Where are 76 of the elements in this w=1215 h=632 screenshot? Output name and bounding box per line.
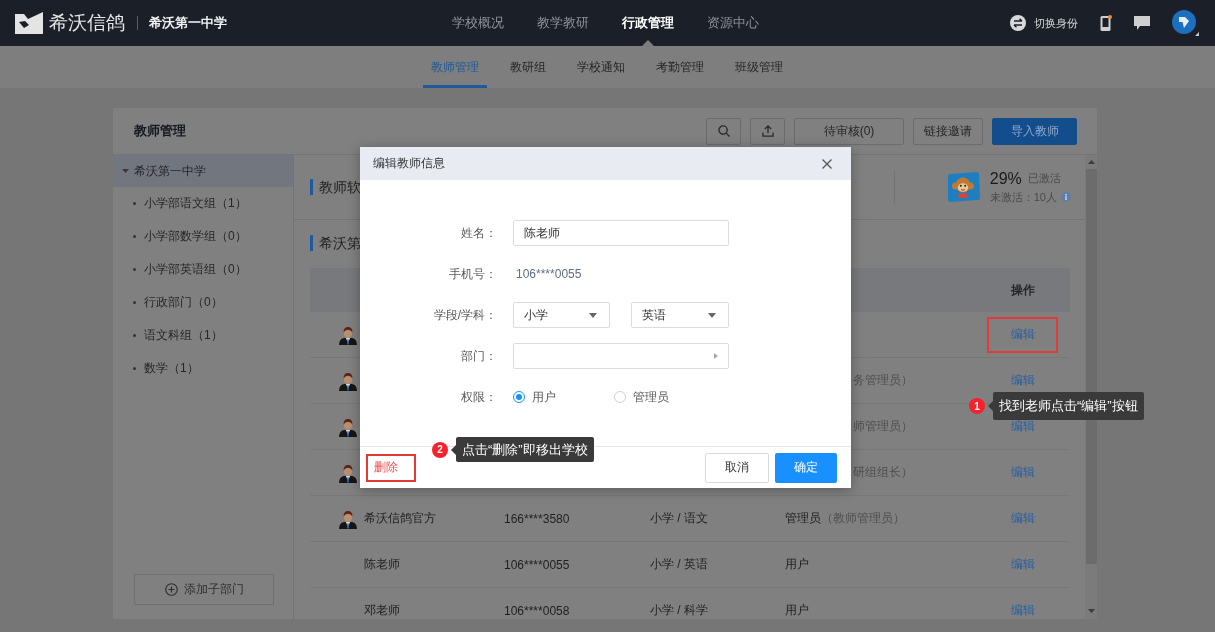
action-button[interactable]: 待审核(0)	[794, 117, 904, 145]
avatar-icon[interactable]	[1172, 10, 1199, 36]
plus-circle-icon	[164, 583, 178, 596]
school-name: 希沃第一中学	[149, 14, 227, 32]
form-label: 学段/学科：	[433, 306, 497, 324]
radio-label[interactable]: 管理员	[633, 388, 669, 406]
sub-nav-tab[interactable]: 考勤管理	[648, 46, 712, 88]
caret-icon[interactable]	[122, 169, 129, 173]
sub-nav-tab[interactable]: 教研组	[502, 46, 554, 88]
tree-item[interactable]: 小学部语文组（1）	[113, 187, 293, 220]
close-button[interactable]	[822, 158, 832, 169]
swap-icon	[1010, 15, 1026, 31]
tooltip: 找到老师点击“编辑”按钮	[988, 392, 1144, 420]
add-department-button[interactable]: 添加子部门	[134, 574, 274, 605]
logo-icon	[15, 12, 43, 34]
nav-tab[interactable]: 资源中心	[707, 0, 759, 46]
confirm-button[interactable]: 确定	[775, 452, 837, 483]
upload-icon	[761, 125, 774, 137]
import-button[interactable]: 导入教师	[992, 117, 1077, 145]
search-icon	[717, 125, 730, 137]
teacher-name: 邓老师	[364, 602, 400, 619]
brand-name: 希沃信鸽	[49, 11, 125, 35]
tree-item[interactable]: 语文科组（1）	[113, 319, 293, 352]
dialog-title: 编辑教师信息	[373, 155, 445, 172]
form-label: 手机号：	[449, 265, 497, 283]
tree-item[interactable]: 希沃第一中学	[113, 155, 293, 187]
nav-tab[interactable]: 教学教研	[537, 0, 589, 46]
bullet-icon	[133, 367, 136, 370]
dropdown[interactable]: 小学	[513, 302, 610, 328]
info-icon[interactable]	[1061, 192, 1071, 202]
name-input[interactable]: 陈老师	[513, 220, 729, 246]
sub-nav-tab[interactable]: 学校通知	[569, 46, 633, 88]
action-button[interactable]: 链接邀请	[913, 117, 983, 145]
caret-up-icon[interactable]	[1087, 160, 1095, 164]
activation-percent: 29%	[989, 169, 1022, 188]
panel-title: 教师管理	[134, 122, 186, 140]
tooltip: 点击“删除”即移出学校	[451, 437, 594, 462]
teacher-name: 陈老师	[364, 556, 400, 573]
chat-icon[interactable]	[1134, 16, 1150, 30]
phone-number: 166****3580	[504, 511, 570, 526]
switch-identity-button[interactable]: 切换身份	[1010, 15, 1078, 31]
role-text: 用户	[785, 603, 809, 617]
bullet-icon	[133, 202, 136, 205]
nav-tab[interactable]: 学校概况	[452, 0, 504, 46]
tree-item[interactable]: 数学（1）	[113, 352, 293, 385]
caret-down-icon[interactable]	[1087, 609, 1095, 613]
form-label: 姓名：	[461, 224, 497, 242]
phone-number: 106****0058	[504, 603, 570, 618]
role-text: 用户	[785, 557, 809, 571]
subject-text: 小学 / 语文	[650, 511, 708, 525]
search-button[interactable]	[706, 117, 741, 145]
upload-button[interactable]	[750, 117, 785, 145]
phone-value: 106****0055	[515, 267, 582, 281]
teacher-name: 希沃信鸽官方	[364, 510, 436, 527]
subject-text: 小学 / 英语	[650, 557, 708, 571]
bullet-icon	[133, 334, 136, 337]
tree-item[interactable]: 行政部门（0）	[113, 286, 293, 319]
monkey-icon	[945, 172, 980, 202]
chevron-right-icon	[714, 353, 718, 359]
bullet-icon	[133, 268, 136, 271]
tree-item[interactable]: 小学部数学组（0）	[113, 220, 293, 253]
delete-button[interactable]: 删除	[368, 459, 398, 476]
dropdown[interactable]: 英语	[631, 302, 729, 328]
radio-label[interactable]: 用户	[532, 388, 556, 406]
cancel-button[interactable]: 取消	[705, 452, 769, 483]
form-label: 权限：	[461, 388, 497, 406]
subject-text: 小学 / 科学	[650, 603, 708, 617]
bullet-icon	[133, 301, 136, 304]
tree-item[interactable]: 小学部英语组（0）	[113, 253, 293, 286]
phone-number: 106****0055	[504, 557, 570, 572]
bullet-icon	[133, 235, 136, 238]
column-header: 操作	[1010, 281, 1035, 299]
phone-icon[interactable]	[1100, 15, 1112, 31]
form-label: 部门：	[461, 347, 497, 365]
close-icon	[822, 158, 832, 169]
sub-nav-tab[interactable]: 班级管理	[727, 46, 791, 88]
